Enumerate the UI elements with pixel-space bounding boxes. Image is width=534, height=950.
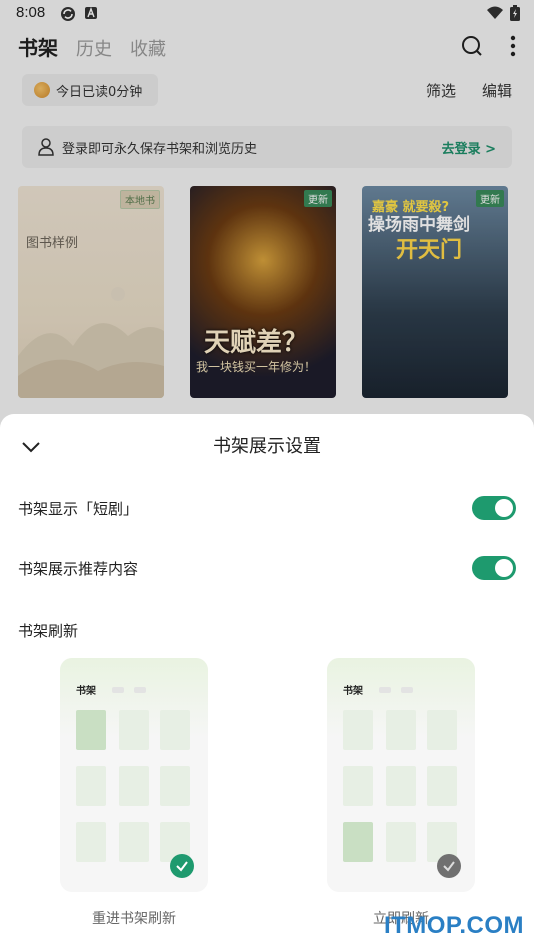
refresh-option-immediate[interactable]: 书架 bbox=[327, 658, 475, 892]
toggle-knob bbox=[495, 499, 513, 517]
mini-book-cell bbox=[343, 822, 373, 862]
mini-book-cell bbox=[386, 822, 416, 862]
mini-book-cell bbox=[386, 710, 416, 750]
refresh-option-reenter[interactable]: 书架 bbox=[60, 658, 208, 892]
mini-book-cell bbox=[119, 822, 149, 862]
mini-book-cell bbox=[427, 710, 457, 750]
unselected-check-icon bbox=[437, 854, 461, 878]
mini-book-cell bbox=[343, 710, 373, 750]
mini-book-cell bbox=[343, 766, 373, 806]
watermark: ITMOP.COM bbox=[383, 912, 524, 939]
short-drama-toggle[interactable] bbox=[472, 496, 516, 520]
mini-tab-placeholder bbox=[401, 687, 413, 693]
mini-book-cell bbox=[76, 766, 106, 806]
mini-book-cell bbox=[427, 766, 457, 806]
mini-shelf-title: 书架 bbox=[76, 686, 96, 697]
recommend-content-toggle[interactable] bbox=[472, 556, 516, 580]
mini-book-cell bbox=[76, 710, 106, 750]
mini-book-cell bbox=[160, 710, 190, 750]
setting-label: 书架显示「短剧」 bbox=[18, 499, 139, 518]
shelf-display-settings-sheet: 书架展示设置 书架显示「短剧」 书架展示推荐内容 书架刷新 书架 重进书架刷新 … bbox=[0, 414, 534, 950]
mini-book-cell bbox=[76, 822, 106, 862]
refresh-option-label: 重进书架刷新 bbox=[92, 911, 176, 927]
setting-label: 书架展示推荐内容 bbox=[18, 559, 139, 578]
mini-tab-placeholder bbox=[379, 687, 391, 693]
selected-check-icon bbox=[170, 854, 194, 878]
mini-book-cell bbox=[119, 766, 149, 806]
sheet-title: 书架展示设置 bbox=[213, 436, 321, 457]
mini-tab-placeholder bbox=[134, 687, 146, 693]
setting-row-short-drama: 书架显示「短剧」 bbox=[18, 492, 516, 524]
mini-book-cell bbox=[160, 766, 190, 806]
mini-tab-placeholder bbox=[112, 687, 124, 693]
mini-book-cell bbox=[119, 710, 149, 750]
setting-row-recommend: 书架展示推荐内容 bbox=[18, 552, 516, 584]
mini-shelf-title: 书架 bbox=[343, 686, 363, 697]
toggle-knob bbox=[495, 559, 513, 577]
refresh-section-label: 书架刷新 bbox=[18, 622, 79, 640]
mini-book-cell bbox=[386, 766, 416, 806]
